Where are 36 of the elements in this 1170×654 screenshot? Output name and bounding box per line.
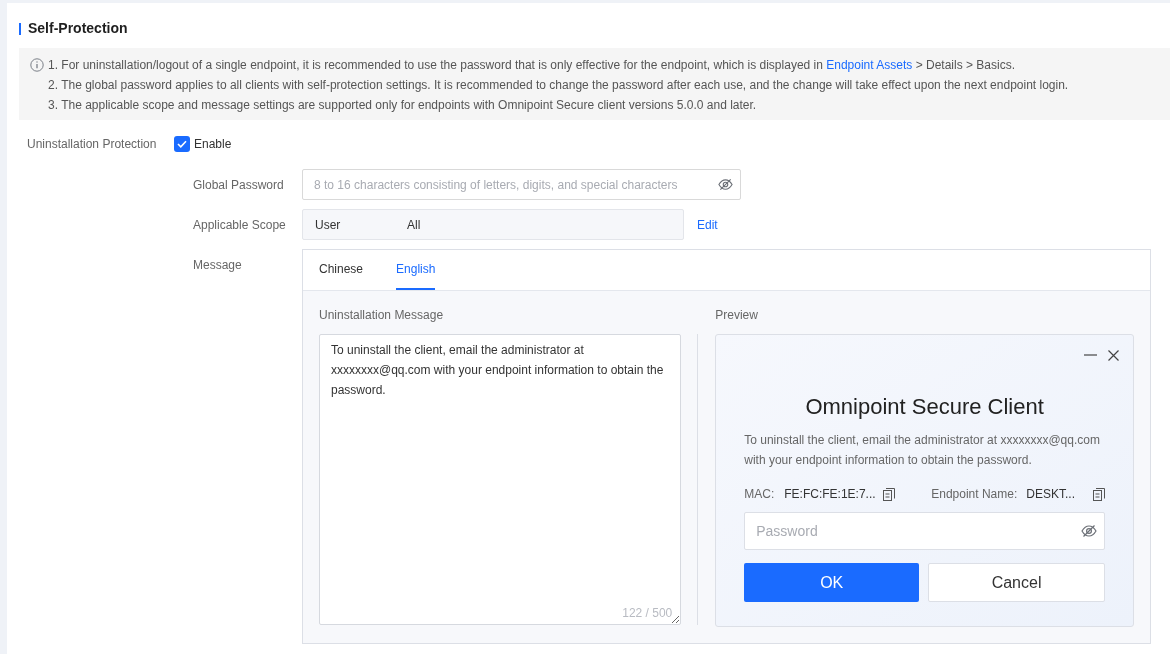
notice-text: 2. The global password applies to all clients with self-protection settings. It is recommended to change the password after each use, and the change will take effect upon the next endpoint login. bbox=[48, 77, 1069, 94]
mac-label: MAC: bbox=[744, 486, 775, 503]
section-title: Self-Protection bbox=[28, 19, 128, 38]
client-message: To uninstall the client, email the administrator at xxxxxxxx@qq.com with your endpoint information to obtain the password. bbox=[744, 432, 1101, 469]
scope-value: All bbox=[407, 216, 421, 234]
close-icon[interactable] bbox=[1108, 349, 1119, 361]
mac-value: FE:FC:FE:1E:7... bbox=[784, 486, 876, 503]
field-label: Uninstallation Message bbox=[319, 307, 445, 324]
password-input[interactable]: 8 to 16 characters consisting of letters, digits, and special characters bbox=[302, 169, 741, 200]
edit-link[interactable]: Edit bbox=[697, 215, 718, 234]
notice-link[interactable]: Endpoint Assets bbox=[826, 58, 913, 72]
field-label: Applicable Scope bbox=[193, 216, 287, 234]
info-icon bbox=[30, 58, 44, 72]
checkbox-label: Enable bbox=[194, 136, 232, 153]
scope-type: User bbox=[315, 216, 342, 234]
tab[interactable]: Chinese bbox=[319, 250, 364, 290]
character-counter: 122 / 500 bbox=[622, 605, 673, 622]
client-title: Omnipoint Secure Client bbox=[804, 393, 1045, 421]
accent-bar-icon bbox=[19, 22, 21, 35]
eye-slash-icon[interactable] bbox=[1081, 523, 1097, 539]
cancel-button[interactable]: Cancel bbox=[928, 563, 1105, 602]
endpoint-name-label: Endpoint Name: bbox=[931, 486, 1018, 503]
checkbox[interactable] bbox=[174, 136, 190, 152]
copy-icon[interactable] bbox=[882, 487, 895, 501]
field-label: Message bbox=[193, 257, 243, 274]
notice-text: 1. For uninstallation/logout of a single endpoint, it is recommended to use the password that is only effective for the endpoint, which is displayed in Endpoint Assets > Details > Basics. bbox=[48, 57, 1016, 74]
ok-button[interactable]: OK bbox=[744, 563, 920, 602]
notice-text: 3. The applicable scope and message settings are supported only for endpoints with Omnipoint Secure client versions 5.0.0 and later. bbox=[48, 97, 758, 114]
eye-slash-icon[interactable] bbox=[718, 177, 733, 192]
endpoint-name-value: DESKT... bbox=[1026, 486, 1075, 503]
field-label: Preview bbox=[715, 307, 759, 324]
copy-icon[interactable] bbox=[1093, 487, 1105, 501]
password-input[interactable]: Password bbox=[744, 512, 1105, 550]
field-label: Uninstallation Protection bbox=[27, 136, 158, 153]
field-label: Global Password bbox=[193, 176, 285, 194]
checkmark-icon bbox=[177, 140, 187, 148]
